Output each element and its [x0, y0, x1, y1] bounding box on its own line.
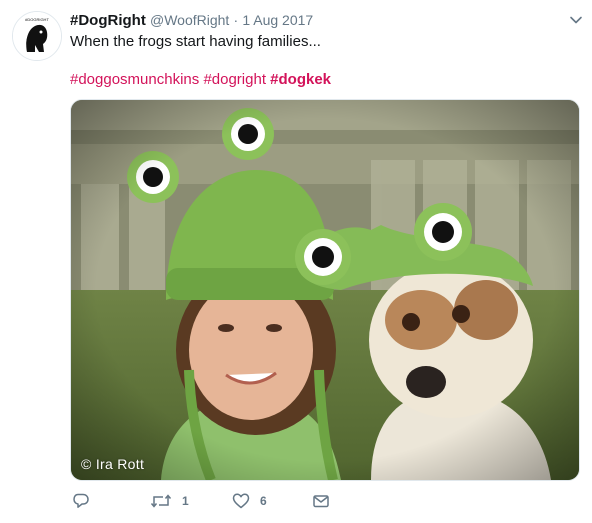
like-button[interactable]: 6: [232, 490, 267, 512]
retweet-icon: [150, 494, 172, 508]
tweet-actions: 1 6: [70, 490, 550, 512]
photo-credit-name: Ira Rott: [95, 456, 145, 472]
hashtag-link[interactable]: #doggosmunchkins: [70, 71, 199, 88]
tweet-header: #DogRight @WoofRight · 1 Aug 2017: [70, 10, 580, 30]
tweet-photo[interactable]: © Ira Rott: [70, 99, 580, 481]
hashtag-link[interactable]: #dogright: [203, 71, 266, 88]
retweet-button[interactable]: 1: [150, 490, 189, 512]
photo-credit: © Ira Rott: [81, 456, 144, 472]
chevron-down-icon[interactable]: [568, 12, 584, 28]
retweet-count: 1: [182, 494, 189, 508]
hashtag-link[interactable]: #dogkek: [270, 71, 331, 88]
user-handle[interactable]: @WoofRight: [150, 12, 229, 28]
reply-button[interactable]: [72, 490, 90, 512]
copyright-icon: ©: [81, 456, 92, 472]
heart-icon: [232, 493, 250, 509]
photo-girl-and-dog-frog-hats: [71, 100, 579, 480]
avatar-badge-text: #DOGRIGHT: [25, 17, 49, 22]
meta-separator: ·: [233, 12, 239, 28]
envelope-icon: [313, 495, 329, 508]
avatar-dog-icon: #DOGRIGHT: [13, 12, 61, 60]
display-name[interactable]: #DogRight: [70, 12, 146, 29]
tweet-text: When the frogs start having families...: [70, 33, 321, 50]
like-count: 6: [260, 494, 267, 508]
hashtag-line: #doggosmunchkins #dogright #dogkek: [70, 70, 580, 90]
reply-icon: [73, 493, 89, 508]
avatar[interactable]: #DOGRIGHT: [12, 11, 62, 61]
direct-message-button[interactable]: [312, 490, 330, 512]
tweet: #DOGRIGHT #DogRight @WoofRight · 1 Aug 2…: [0, 0, 592, 523]
tweet-date[interactable]: 1 Aug 2017: [242, 12, 313, 28]
